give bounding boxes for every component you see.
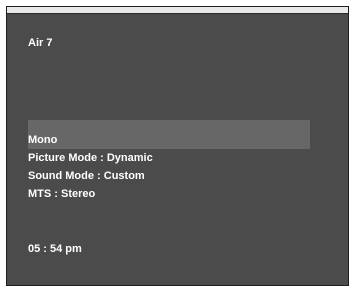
info-list: Mono Picture Mode : Dynamic Sound Mode :… bbox=[28, 120, 310, 203]
channel-label: Air 7 bbox=[28, 37, 53, 49]
picture-mode-item[interactable]: Picture Mode : Dynamic bbox=[28, 149, 310, 167]
audio-status-item[interactable]: Mono bbox=[28, 120, 310, 149]
mts-item[interactable]: MTS : Stereo bbox=[28, 185, 310, 203]
tv-osd-screen: Air 7 Mono Picture Mode : Dynamic Sound … bbox=[6, 6, 349, 286]
top-bar bbox=[7, 7, 348, 14]
clock-time: 05 : 54 pm bbox=[28, 243, 82, 255]
sound-mode-item[interactable]: Sound Mode : Custom bbox=[28, 167, 310, 185]
